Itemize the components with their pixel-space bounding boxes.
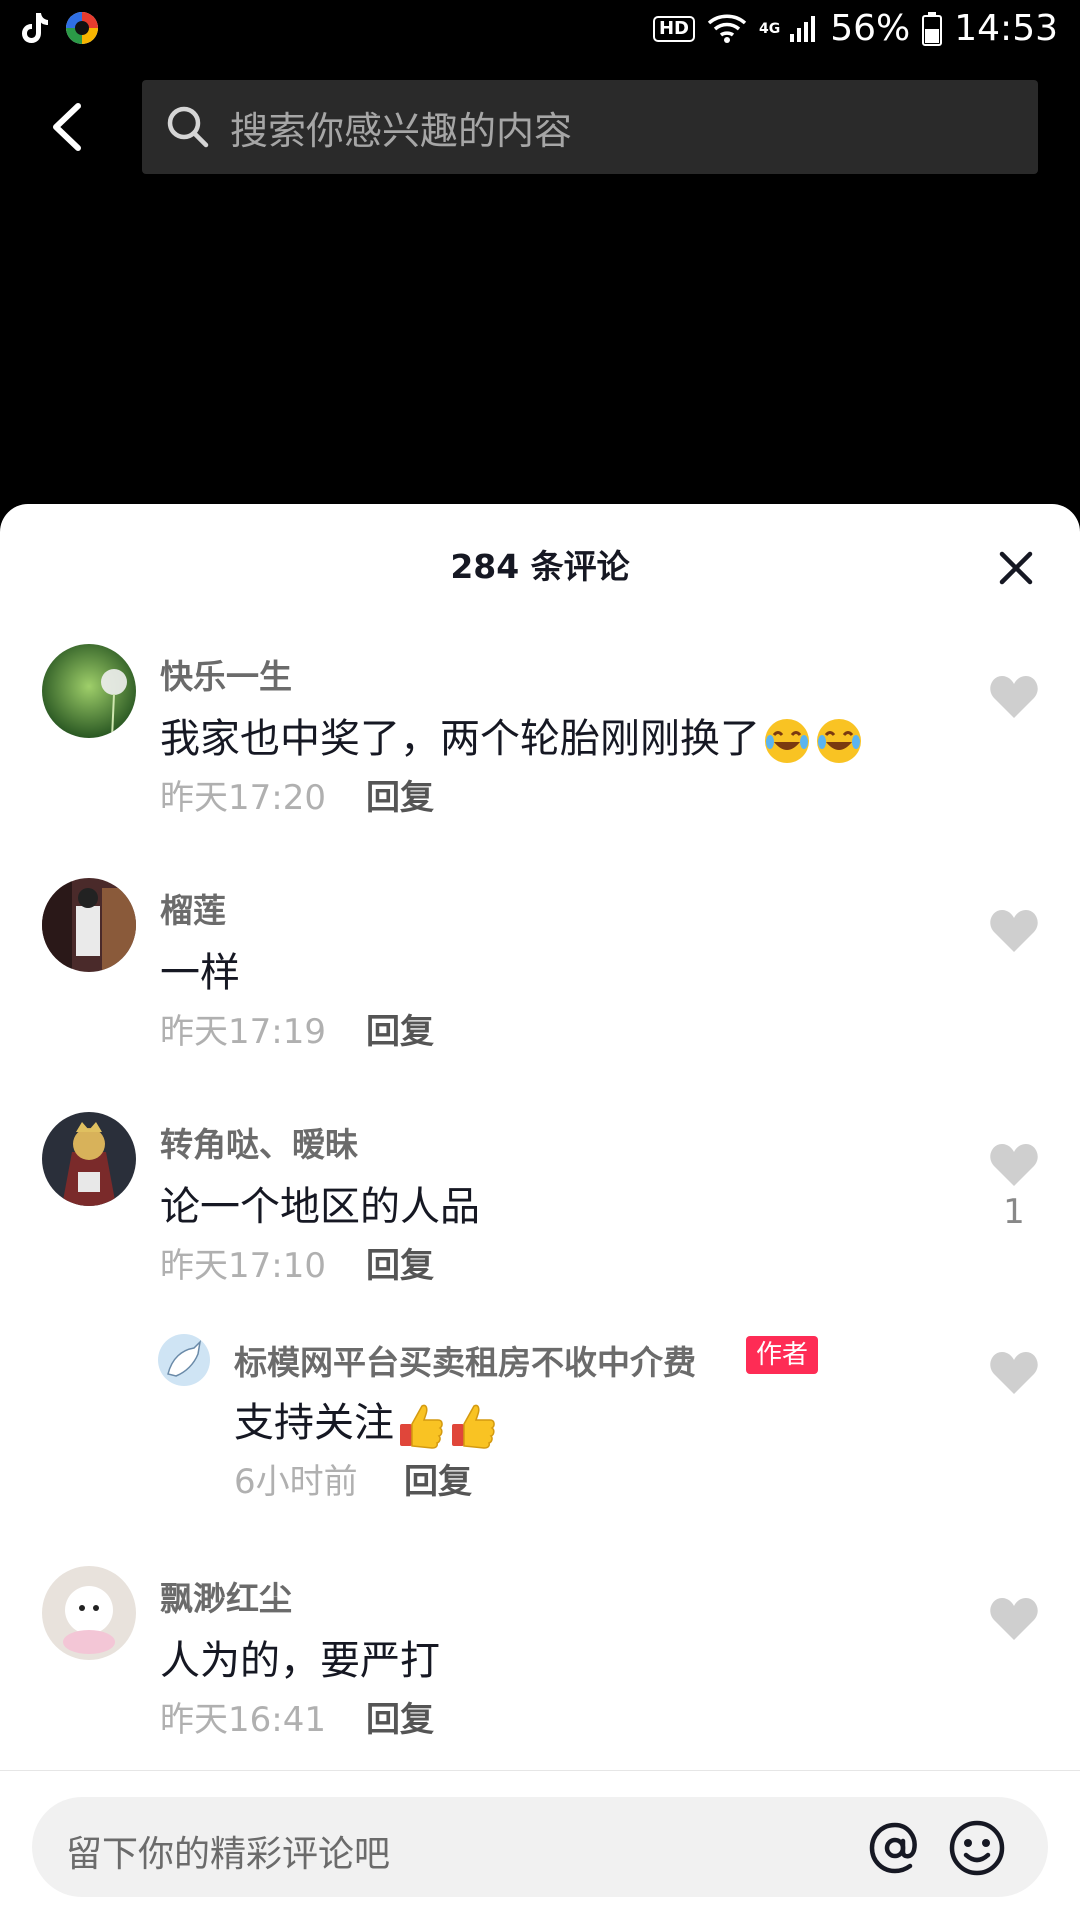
comment-text: 人为的，要严打 (160, 1638, 440, 1684)
avatar[interactable] (42, 878, 136, 972)
reply-button[interactable]: 回复 (404, 1454, 472, 1503)
search-icon (167, 106, 209, 148)
close-icon[interactable] (994, 546, 1038, 590)
avatar[interactable] (42, 644, 136, 738)
comment-username[interactable]: 飘渺红尘 (160, 1572, 292, 1620)
reply-item: 标模网平台买卖租房不收中介费 作者 支持关注 6小时前 回复 (0, 1330, 1080, 1530)
heart-icon[interactable] (988, 1142, 1040, 1188)
reply-button[interactable]: 回复 (366, 1004, 434, 1053)
comment-item: 转角哒、暧昧 论一个地区的人品 昨天17:10 回复 1 (0, 1112, 1080, 1312)
comment-text: 一样 (160, 950, 240, 996)
search-placeholder: 搜索你感兴趣的内容 (230, 108, 573, 153)
thumbs-up-emoji (452, 1404, 495, 1449)
comment-sheet: 284 条评论 快乐一生 我家也中奖了，两个轮胎刚刚换了 昨天17:20 回复 … (0, 504, 1080, 1920)
thumbs-up-emoji (400, 1404, 443, 1449)
battery-icon (922, 11, 943, 46)
hd-badge: HD (652, 15, 695, 42)
like-count: 1 (1003, 1192, 1025, 1232)
avatar[interactable] (158, 1334, 210, 1386)
author-badge: 作者 (746, 1336, 819, 1374)
reply-button[interactable]: 回复 (366, 1692, 434, 1741)
reply-text-content: 支持关注 (234, 1400, 394, 1446)
network-type: 4G (759, 20, 781, 37)
comment-time: 昨天16:41 (160, 1700, 326, 1740)
screen: HD 4G 56% 14:53 搜索你感兴趣的内容 284 条评论 快乐一生 我… (0, 0, 1080, 1920)
laughing-emoji (817, 719, 861, 763)
heart-icon[interactable] (988, 908, 1040, 954)
reply-text: 支持关注 (234, 1390, 498, 1450)
comment-username[interactable]: 榴莲 (160, 884, 226, 932)
reply-button[interactable]: 回复 (366, 770, 434, 819)
heart-icon[interactable] (988, 1596, 1040, 1642)
status-bar-left (20, 10, 100, 46)
comment-time: 昨天17:19 (160, 1012, 326, 1052)
comment-time: 昨天17:20 (160, 778, 326, 818)
comment-input[interactable]: 留下你的精彩评论吧 (32, 1797, 1048, 1897)
comment-text-content: 我家也中奖了，两个轮胎刚刚换了 (160, 716, 760, 762)
signal-icon (790, 15, 816, 42)
heart-icon[interactable] (988, 674, 1040, 720)
comment-text: 论一个地区的人品 (160, 1184, 480, 1230)
comment-item: 快乐一生 我家也中奖了，两个轮胎刚刚换了 昨天17:20 回复 (0, 644, 1080, 844)
status-bar: HD 4G 56% 14:53 (0, 0, 1080, 64)
emoji-icon[interactable] (946, 1817, 1008, 1879)
clock: 14:53 (954, 8, 1058, 49)
laughing-emoji (765, 719, 809, 763)
heart-icon[interactable] (988, 1350, 1040, 1396)
search-input[interactable]: 搜索你感兴趣的内容 (142, 80, 1038, 174)
comment-item: 飘渺红尘 人为的，要严打 昨天16:41 回复 (0, 1566, 1080, 1766)
avatar[interactable] (42, 1566, 136, 1660)
comment-username[interactable]: 转角哒、暧昧 (160, 1118, 358, 1166)
reply-button[interactable]: 回复 (366, 1238, 434, 1287)
comment-time: 昨天17:10 (160, 1246, 326, 1286)
status-bar-right: HD 4G 56% 14:53 (652, 8, 1058, 49)
comment-count-title: 284 条评论 (450, 547, 630, 586)
reply-time: 6小时前 (234, 1462, 358, 1502)
wifi-icon (707, 14, 747, 43)
app-icon (66, 12, 98, 44)
back-icon[interactable] (38, 92, 98, 162)
divider (0, 1770, 1080, 1771)
comment-text: 我家也中奖了，两个轮胎刚刚换了 (160, 706, 864, 766)
comment-item: 榴莲 一样 昨天17:19 回复 (0, 878, 1080, 1078)
at-icon[interactable] (864, 1817, 926, 1879)
avatar[interactable] (42, 1112, 136, 1206)
battery-percent: 56% (830, 8, 911, 49)
comment-input-placeholder: 留下你的精彩评论吧 (66, 1834, 391, 1875)
comment-username[interactable]: 快乐一生 (160, 650, 292, 698)
reply-username[interactable]: 标模网平台买卖租房不收中介费 (234, 1336, 696, 1384)
tiktok-icon (22, 13, 48, 43)
